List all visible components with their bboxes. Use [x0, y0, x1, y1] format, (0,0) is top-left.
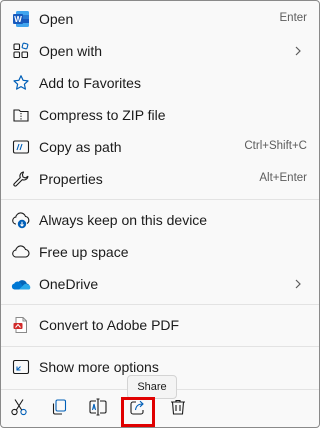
- menu-separator: [1, 304, 319, 305]
- cloud-icon: [11, 242, 31, 262]
- context-menu: W Open Enter Open with Add to Favorites: [0, 0, 320, 428]
- copy-path-icon: [11, 137, 31, 157]
- delete-button[interactable]: [162, 393, 194, 425]
- menu-item-label: Open with: [39, 43, 103, 59]
- more-options-icon: [11, 357, 31, 377]
- menu-item-label: Copy as path: [39, 139, 122, 155]
- rename-icon: [88, 397, 108, 422]
- menu-item-open[interactable]: W Open Enter: [5, 3, 315, 35]
- star-icon: [11, 73, 31, 93]
- cloud-download-icon: [11, 210, 31, 230]
- menu-separator: [1, 346, 319, 347]
- menu-item-free-up-space[interactable]: Free up space: [5, 236, 315, 268]
- copy-button[interactable]: [43, 393, 75, 425]
- cut-icon: [9, 397, 29, 422]
- adobe-pdf-icon: [11, 315, 31, 335]
- menu-item-add-to-favorites[interactable]: Add to Favorites: [5, 67, 315, 99]
- menu-item-label: Add to Favorites: [39, 75, 141, 91]
- apps-grid-icon: [11, 41, 31, 61]
- menu-item-label: Free up space: [39, 244, 129, 260]
- delete-icon: [168, 397, 188, 422]
- menu-item-copy-as-path[interactable]: Copy as path Ctrl+Shift+C: [5, 131, 315, 163]
- copy-icon: [49, 397, 69, 422]
- shortcut-text: Enter: [279, 12, 308, 24]
- menu-item-open-with[interactable]: Open with: [5, 35, 315, 67]
- menu-item-convert-pdf[interactable]: Convert to Adobe PDF: [5, 309, 315, 341]
- cut-button[interactable]: [3, 393, 35, 425]
- onedrive-icon: [11, 274, 31, 294]
- zip-folder-icon: [11, 105, 31, 125]
- rename-button[interactable]: [82, 393, 114, 425]
- share-highlight-box: [121, 397, 155, 427]
- menu-separator: [1, 199, 319, 200]
- shortcut-text: Ctrl+Shift+C: [244, 140, 307, 152]
- chevron-right-icon: [291, 277, 305, 291]
- shortcut-text: Alt+Enter: [259, 172, 307, 184]
- svg-text:W: W: [14, 15, 22, 24]
- menu-item-label: Open: [39, 11, 74, 27]
- menu-item-label: Show more options: [39, 359, 159, 375]
- menu-item-label: Convert to Adobe PDF: [39, 317, 180, 333]
- menu-item-onedrive[interactable]: OneDrive: [5, 268, 315, 300]
- menu-item-always-keep[interactable]: Always keep on this device: [5, 204, 315, 236]
- chevron-right-icon: [291, 44, 305, 58]
- wrench-icon: [11, 169, 31, 189]
- menu-item-label: Properties: [39, 171, 103, 187]
- word-icon: W: [11, 9, 31, 29]
- menu-item-label: OneDrive: [39, 276, 99, 292]
- menu-item-label: Compress to ZIP file: [39, 107, 166, 123]
- menu-item-label: Always keep on this device: [39, 212, 208, 228]
- menu-item-properties[interactable]: Properties Alt+Enter: [5, 163, 315, 195]
- menu-item-compress-zip[interactable]: Compress to ZIP file: [5, 99, 315, 131]
